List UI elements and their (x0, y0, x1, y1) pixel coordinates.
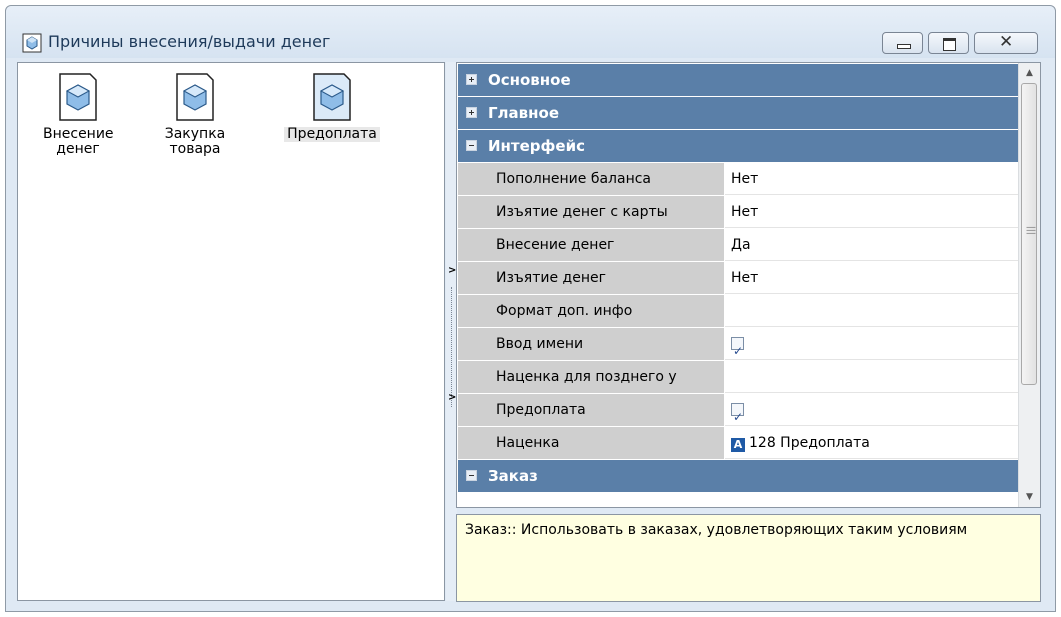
text-type-icon: A (731, 438, 745, 452)
property-value[interactable]: A 128 Предоплата (725, 427, 1019, 459)
collapse-icon[interactable] (466, 470, 477, 481)
property-value[interactable]: Да (725, 229, 1019, 261)
category-label: Заказ (488, 467, 538, 485)
property-row[interactable]: Предоплата (458, 394, 1019, 433)
property-name: Предоплата (472, 394, 725, 426)
splitter-grip (451, 287, 453, 407)
property-name: Внесение денег (472, 229, 725, 261)
property-name: Наценка (472, 427, 725, 459)
object-label: Предоплата (284, 127, 380, 142)
object-item-prepayment[interactable]: Предоплата (272, 73, 392, 142)
property-name: Пополнение баланса (472, 163, 725, 195)
property-name: Наценка для позднего у (472, 361, 725, 393)
property-value[interactable]: Нет (725, 163, 1019, 195)
property-value[interactable]: Нет (725, 196, 1019, 228)
object-item-purchase[interactable]: Закупка товара (135, 73, 255, 157)
objects-list[interactable]: Внесение денег Закупка товара Предоплата (17, 62, 445, 601)
expand-icon[interactable] (466, 107, 477, 118)
cube-document-icon (59, 73, 97, 121)
property-row[interactable]: Ввод имени (458, 328, 1019, 367)
vertical-scrollbar[interactable]: ▲ — — — ▼ (1018, 63, 1040, 507)
category-order[interactable]: Заказ (458, 460, 1019, 493)
maximize-icon (943, 38, 956, 51)
object-item-deposit[interactable]: Внесение денег (18, 73, 138, 157)
close-button[interactable]: ✕ (974, 32, 1038, 54)
property-value-text: 128 Предоплата (749, 435, 870, 451)
minimize-icon (897, 44, 911, 49)
property-value[interactable]: Нет (725, 262, 1019, 294)
window-title: Причины внесения/выдачи денег (48, 32, 331, 51)
checkbox-checked[interactable] (731, 401, 744, 433)
category-main[interactable]: Главное (458, 97, 1019, 130)
property-row[interactable]: Изъятие денег с карты Нет (458, 196, 1019, 229)
checkbox-checked[interactable] (731, 335, 744, 367)
property-row[interactable]: Пополнение баланса Нет (458, 163, 1019, 196)
scroll-down-icon[interactable]: ▼ (1019, 487, 1040, 507)
title-bar: Причины внесения/выдачи денег ✕ (6, 6, 1055, 58)
description-panel: Заказ:: Использовать в заказах, удовлетв… (456, 514, 1041, 602)
property-value[interactable] (725, 361, 1019, 393)
scroll-thumb[interactable]: — — — (1021, 83, 1037, 385)
object-label: Закупка товара (164, 126, 226, 157)
close-icon: ✕ (999, 32, 1014, 52)
scroll-up-icon[interactable]: ▲ (1019, 63, 1040, 83)
collapse-icon[interactable] (466, 140, 477, 151)
maximize-button[interactable] (928, 32, 969, 54)
property-grid: Основное Главное Интерфейс Пополнение ба… (456, 62, 1041, 508)
grip-icon: — — — (1026, 222, 1036, 239)
property-list: Основное Главное Интерфейс Пополнение ба… (458, 64, 1019, 493)
minimize-button[interactable] (882, 32, 923, 54)
category-basic[interactable]: Основное (458, 64, 1019, 97)
expand-icon[interactable] (466, 74, 477, 85)
property-name: Формат доп. инфо (472, 295, 725, 327)
property-row[interactable]: Изъятие денег Нет (458, 262, 1019, 295)
cube-icon (22, 33, 42, 53)
property-name: Изъятие денег с карты (472, 196, 725, 228)
property-value[interactable] (725, 394, 1019, 433)
object-label: Внесение денег (43, 126, 114, 157)
category-interface[interactable]: Интерфейс (458, 130, 1019, 163)
cube-document-icon (313, 73, 351, 121)
property-name: Ввод имени (472, 328, 725, 360)
property-name: Изъятие денег (472, 262, 725, 294)
category-label: Интерфейс (488, 137, 585, 155)
property-value[interactable] (725, 328, 1019, 367)
category-label: Основное (488, 71, 571, 89)
property-row[interactable]: Формат доп. инфо (458, 295, 1019, 328)
property-row[interactable]: Внесение денег Да (458, 229, 1019, 262)
cube-document-icon (176, 73, 214, 121)
category-label: Главное (488, 104, 560, 122)
property-value[interactable] (725, 295, 1019, 327)
